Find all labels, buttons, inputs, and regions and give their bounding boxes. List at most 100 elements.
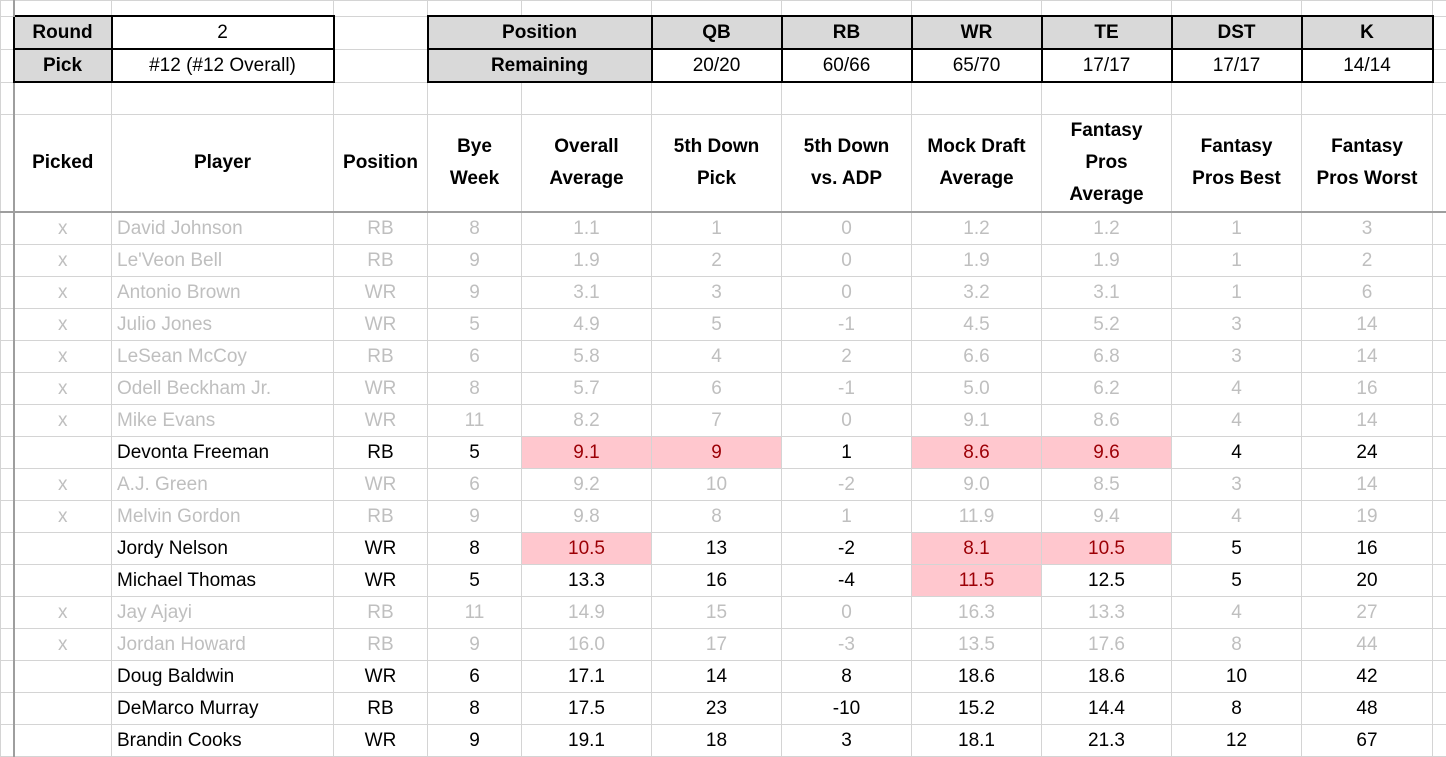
cell-fp-avg[interactable]: 8.5 — [1042, 469, 1172, 501]
cell-name[interactable]: LeSean McCoy — [112, 341, 334, 373]
cell-mock-draft-avg[interactable]: 1.2 — [912, 212, 1042, 245]
cell-fp-avg[interactable]: 8.6 — [1042, 405, 1172, 437]
cell-mock-draft-avg[interactable]: 1.9 — [912, 245, 1042, 277]
empty-cell[interactable] — [1042, 82, 1172, 115]
cell-fp-worst[interactable]: 24 — [1302, 437, 1433, 469]
empty-cell[interactable] — [782, 82, 912, 115]
empty-cell[interactable] — [334, 16, 428, 49]
cell-overall-avg[interactable]: 19.1 — [522, 725, 652, 757]
cell-position[interactable]: RB — [334, 693, 428, 725]
cell-fifth-down-pick[interactable]: 9 — [652, 437, 782, 469]
cell-fifth-down-vs-adp[interactable]: 1 — [782, 437, 912, 469]
cell-fifth-down-pick[interactable]: 3 — [652, 277, 782, 309]
position-label[interactable]: Position — [428, 16, 652, 49]
cell-fp-best[interactable]: 1 — [1172, 212, 1302, 245]
cell-name[interactable]: Brandin Cooks — [112, 725, 334, 757]
cell-bye[interactable]: 6 — [428, 469, 522, 501]
cell-overall-avg[interactable]: 17.1 — [522, 661, 652, 693]
empty-cell[interactable] — [1433, 661, 1446, 693]
cell-fifth-down-pick[interactable]: 23 — [652, 693, 782, 725]
cell-fp-avg[interactable]: 6.2 — [1042, 373, 1172, 405]
cell-overall-avg[interactable]: 13.3 — [522, 565, 652, 597]
cell-position[interactable]: WR — [334, 373, 428, 405]
cell-picked[interactable]: x — [14, 245, 112, 277]
cell-fifth-down-vs-adp[interactable]: -10 — [782, 693, 912, 725]
empty-cell[interactable] — [652, 1, 782, 17]
empty-cell[interactable] — [1433, 437, 1446, 469]
cell-mock-draft-avg[interactable]: 11.5 — [912, 565, 1042, 597]
cell-fp-worst[interactable]: 20 — [1302, 565, 1433, 597]
cell-fp-best[interactable]: 1 — [1172, 277, 1302, 309]
cell-bye[interactable]: 11 — [428, 405, 522, 437]
cell-fp-avg[interactable]: 14.4 — [1042, 693, 1172, 725]
cell-mock-draft-avg[interactable]: 4.5 — [912, 309, 1042, 341]
cell-picked[interactable] — [14, 533, 112, 565]
cell-overall-avg[interactable]: 9.8 — [522, 501, 652, 533]
cell-bye[interactable]: 11 — [428, 597, 522, 629]
position-header-dst[interactable]: DST — [1172, 16, 1302, 49]
cell-position[interactable]: WR — [334, 725, 428, 757]
cell-overall-avg[interactable]: 17.5 — [522, 693, 652, 725]
cell-name[interactable]: Jordy Nelson — [112, 533, 334, 565]
cell-fifth-down-vs-adp[interactable]: 0 — [782, 405, 912, 437]
cell-overall-avg[interactable]: 16.0 — [522, 629, 652, 661]
empty-cell[interactable] — [112, 1, 334, 17]
cell-fp-worst[interactable]: 14 — [1302, 341, 1433, 373]
cell-picked[interactable] — [14, 437, 112, 469]
cell-name[interactable]: Doug Baldwin — [112, 661, 334, 693]
cell-name[interactable]: A.J. Green — [112, 469, 334, 501]
cell-bye[interactable]: 9 — [428, 245, 522, 277]
cell-position[interactable]: WR — [334, 533, 428, 565]
header-fantasy-pros-worst[interactable]: Fantasy Pros Worst — [1302, 115, 1433, 213]
cell-name[interactable]: Mike Evans — [112, 405, 334, 437]
cell-mock-draft-avg[interactable]: 5.0 — [912, 373, 1042, 405]
empty-cell[interactable] — [428, 1, 522, 17]
cell-fp-best[interactable]: 10 — [1172, 661, 1302, 693]
remaining-k[interactable]: 14/14 — [1302, 49, 1433, 82]
cell-mock-draft-avg[interactable]: 16.3 — [912, 597, 1042, 629]
cell-bye[interactable]: 9 — [428, 277, 522, 309]
cell-fp-worst[interactable]: 27 — [1302, 597, 1433, 629]
cell-name[interactable]: Melvin Gordon — [112, 501, 334, 533]
empty-cell[interactable] — [1042, 1, 1172, 17]
cell-overall-avg[interactable]: 14.9 — [522, 597, 652, 629]
cell-position[interactable]: RB — [334, 597, 428, 629]
cell-position[interactable]: WR — [334, 309, 428, 341]
cell-fp-worst[interactable]: 67 — [1302, 725, 1433, 757]
cell-picked[interactable] — [14, 725, 112, 757]
cell-mock-draft-avg[interactable]: 8.1 — [912, 533, 1042, 565]
cell-bye[interactable]: 8 — [428, 533, 522, 565]
cell-name[interactable]: Devonta Freeman — [112, 437, 334, 469]
empty-cell[interactable] — [1433, 309, 1446, 341]
header-fantasy-pros-best[interactable]: Fantasy Pros Best — [1172, 115, 1302, 213]
cell-position[interactable]: RB — [334, 501, 428, 533]
empty-cell[interactable] — [14, 1, 112, 17]
cell-name[interactable]: Odell Beckham Jr. — [112, 373, 334, 405]
header-overall-average[interactable]: Overall Average — [522, 115, 652, 213]
cell-fifth-down-pick[interactable]: 18 — [652, 725, 782, 757]
cell-fp-avg[interactable]: 17.6 — [1042, 629, 1172, 661]
cell-picked[interactable]: x — [14, 277, 112, 309]
cell-fp-best[interactable]: 4 — [1172, 597, 1302, 629]
empty-cell[interactable] — [1433, 533, 1446, 565]
empty-cell[interactable] — [1302, 1, 1433, 17]
cell-position[interactable]: WR — [334, 405, 428, 437]
cell-fp-best[interactable]: 4 — [1172, 373, 1302, 405]
empty-cell[interactable] — [1433, 212, 1446, 245]
cell-position[interactable]: WR — [334, 277, 428, 309]
empty-cell[interactable] — [522, 82, 652, 115]
cell-name[interactable]: DeMarco Murray — [112, 693, 334, 725]
cell-fifth-down-pick[interactable]: 8 — [652, 501, 782, 533]
cell-name[interactable]: Jordan Howard — [112, 629, 334, 661]
cell-fp-worst[interactable]: 2 — [1302, 245, 1433, 277]
cell-fifth-down-pick[interactable]: 15 — [652, 597, 782, 629]
cell-picked[interactable]: x — [14, 469, 112, 501]
cell-fp-worst[interactable]: 14 — [1302, 405, 1433, 437]
cell-mock-draft-avg[interactable]: 18.1 — [912, 725, 1042, 757]
cell-fifth-down-vs-adp[interactable]: -2 — [782, 533, 912, 565]
cell-overall-avg[interactable]: 5.7 — [522, 373, 652, 405]
cell-mock-draft-avg[interactable]: 18.6 — [912, 661, 1042, 693]
cell-overall-avg[interactable]: 3.1 — [522, 277, 652, 309]
cell-fp-worst[interactable]: 42 — [1302, 661, 1433, 693]
cell-picked[interactable]: x — [14, 405, 112, 437]
